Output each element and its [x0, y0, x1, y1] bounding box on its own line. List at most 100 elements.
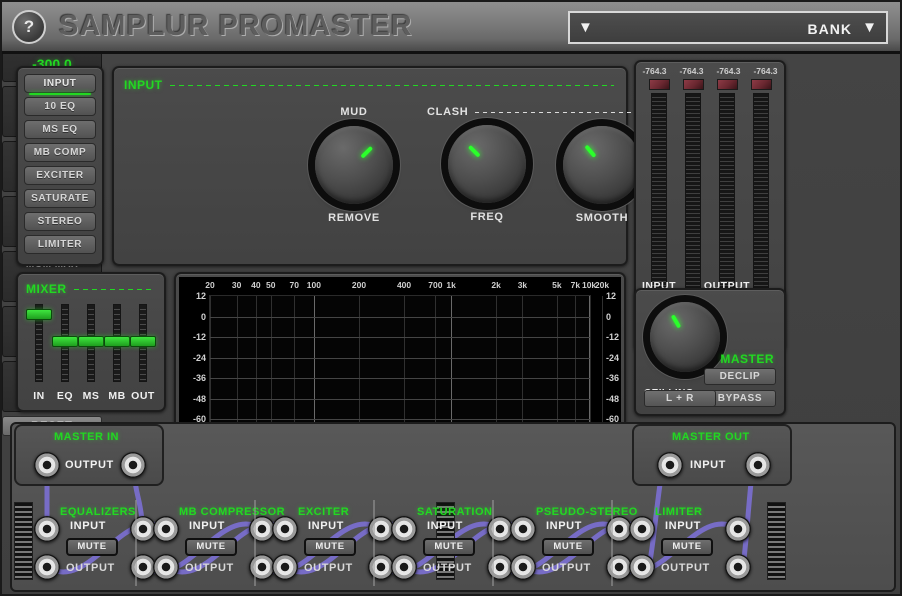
module-4-input-jack-left[interactable] — [510, 516, 536, 542]
mixer-label-mb: MB — [108, 390, 126, 402]
mixer-label-in: IN — [33, 390, 45, 402]
sidebar-item-mb-comp[interactable]: MB COMP — [24, 143, 96, 162]
module-input-label-4: INPUT — [546, 520, 582, 532]
y-axis-tick: 12 — [606, 291, 617, 301]
knob-indicator — [360, 145, 374, 159]
x-axis-tick: 200 — [351, 280, 367, 290]
grid-hline — [210, 337, 590, 338]
y-axis-tick: -24 — [606, 352, 620, 363]
mute-button-0[interactable]: MUTE — [66, 538, 118, 556]
meter-value-1: -764.3 — [679, 66, 704, 76]
module-4-output-jack-left[interactable] — [510, 554, 536, 580]
meter-columns — [642, 79, 778, 291]
sidebar-item-10-eq[interactable]: 10 EQ — [24, 97, 96, 116]
sidebar-item-exciter[interactable]: EXCITER — [24, 166, 96, 185]
mute-button-3[interactable]: MUTE — [423, 538, 475, 556]
y-axis-tick: -24 — [192, 352, 206, 363]
chevron-down-icon-left[interactable]: ▼ — [578, 20, 593, 35]
fader-handle[interactable] — [78, 336, 104, 348]
module-divider-4 — [492, 500, 494, 586]
y-axis-tick: 0 — [606, 311, 612, 322]
meter-readouts: -764.3 -764.3 -764.3 -764.3 — [636, 66, 784, 76]
module-3-output-jack-left[interactable] — [391, 554, 417, 580]
knob-indicator — [584, 144, 597, 158]
chevron-down-icon-right[interactable]: ▼ — [862, 20, 877, 35]
fader-handle[interactable] — [26, 309, 52, 321]
clip-indicator-0[interactable] — [648, 79, 670, 90]
sidebar-item-ms-eq[interactable]: MS EQ — [24, 120, 96, 139]
module-0-output-jack-left[interactable] — [34, 554, 60, 580]
module-0-input-jack-left[interactable] — [34, 516, 60, 542]
clip-indicator-2[interactable] — [716, 79, 738, 90]
x-axis-tick: 20 — [205, 280, 215, 290]
mixer-fader-out[interactable] — [130, 304, 156, 382]
mixer-label-ms: MS — [82, 390, 100, 402]
declip-button[interactable]: DECLIP — [704, 368, 776, 385]
meter-value-2: -764.3 — [716, 66, 741, 76]
module-title-3: SATURATION — [417, 506, 493, 518]
grid-hline — [210, 316, 590, 318]
module-5-output-jack-right[interactable] — [725, 554, 751, 580]
sidebar-item-limiter[interactable]: LIMITER — [24, 235, 96, 254]
help-button[interactable]: ? — [12, 10, 46, 44]
knob-indicator — [467, 144, 481, 158]
mixer-label-out: OUT — [131, 390, 155, 402]
module-divider-5 — [611, 500, 613, 586]
ceiling-knob[interactable] — [650, 302, 720, 372]
sidebar-item-saturate[interactable]: SATURATE — [24, 189, 96, 208]
mute-button-5[interactable]: MUTE — [661, 538, 713, 556]
mixer-fader-ms[interactable] — [78, 304, 104, 382]
lr-button[interactable]: L + R — [644, 390, 716, 407]
x-axis-tick: 30 — [231, 280, 242, 290]
module-output-label-0: OUTPUT — [66, 562, 115, 574]
mute-button-4[interactable]: MUTE — [542, 538, 594, 556]
mixer-fader-in[interactable] — [26, 304, 52, 382]
mute-button-2[interactable]: MUTE — [304, 538, 356, 556]
module-1-input-jack-left[interactable] — [153, 516, 179, 542]
master-in-jack-left[interactable] — [34, 452, 60, 478]
module-output-label-3: OUTPUT — [423, 562, 472, 574]
meter-ladder-0 — [651, 93, 667, 291]
master-out-jack-right[interactable] — [745, 452, 771, 478]
x-axis-tick: 400 — [396, 280, 412, 290]
meter-value-3: -764.3 — [753, 66, 778, 76]
module-5-input-jack-left[interactable] — [629, 516, 655, 542]
fader-handle[interactable] — [104, 336, 130, 348]
x-axis-tick: 3k — [517, 280, 528, 290]
bank-label: BANK — [807, 21, 852, 37]
sidebar-item-input[interactable]: INPUT — [24, 74, 96, 95]
mixer-fader-mb[interactable] — [104, 304, 130, 382]
grid-hline — [210, 357, 590, 359]
mixer-fader-eq[interactable] — [52, 304, 78, 382]
clip-indicator-3[interactable] — [750, 79, 772, 90]
knob-smooth[interactable] — [563, 126, 641, 204]
module-5-output-jack-left[interactable] — [629, 554, 655, 580]
clip-indicator-1[interactable] — [682, 79, 704, 90]
master-in-title: MASTER IN — [54, 431, 119, 443]
bank-selector[interactable]: ▼ BANK ▼ — [568, 11, 888, 44]
meter-column-2 — [710, 79, 744, 291]
knob-remove[interactable] — [315, 126, 393, 204]
master-in-jack-right[interactable] — [120, 452, 146, 478]
sidebar-item-stereo[interactable]: STEREO — [24, 212, 96, 231]
module-1-output-jack-left[interactable] — [153, 554, 179, 580]
fader-handle[interactable] — [130, 336, 156, 348]
module-2-input-jack-left[interactable] — [272, 516, 298, 542]
mute-button-1[interactable]: MUTE — [185, 538, 237, 556]
mixer-panel: MIXER IN EQ MS MB OUT — [16, 272, 166, 412]
module-input-label-1: INPUT — [189, 520, 225, 532]
module-3-input-jack-left[interactable] — [391, 516, 417, 542]
fader-handle[interactable] — [52, 336, 78, 348]
module-2-output-jack-left[interactable] — [272, 554, 298, 580]
header-dash-line — [169, 84, 614, 86]
meter-ladder-1 — [685, 93, 701, 291]
module-5-input-jack-right[interactable] — [725, 516, 751, 542]
y-axis-tick: -36 — [192, 373, 206, 383]
mixer-label-eq: EQ — [56, 390, 74, 402]
knob-freq[interactable] — [448, 125, 526, 203]
master-out-jack-left[interactable] — [657, 452, 683, 478]
y-axis-tick: 12 — [195, 291, 206, 301]
knob-group-freq: CLASH FREQ — [427, 106, 667, 223]
master-out-input-label: INPUT — [690, 459, 726, 471]
knob-top-label-mud: MUD — [340, 106, 368, 118]
